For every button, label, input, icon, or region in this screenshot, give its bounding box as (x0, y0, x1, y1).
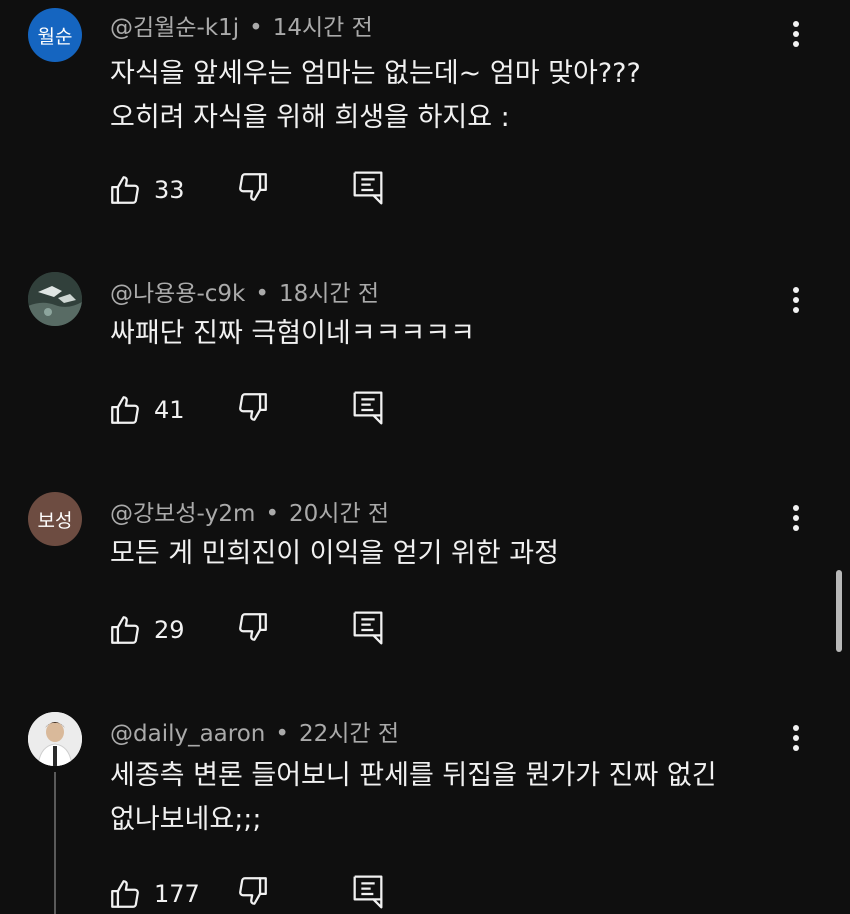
comment-actions: 33 (108, 170, 383, 210)
comment-time: 22시간 전 (298, 721, 400, 747)
avatar[interactable] (28, 712, 82, 766)
separator-dot: • (275, 721, 289, 747)
comment-text: 자식을 앞세우는 엄마는 없는데~ 엄마 맞아??? 오히려 자식을 위해 희생… (110, 52, 790, 140)
comment-meta: @강보성-y2m • 20시간 전 (110, 494, 389, 528)
reply-comment-icon (353, 391, 383, 425)
like-button[interactable]: 29 (108, 613, 185, 647)
thumbs-down-icon (239, 613, 267, 641)
comment-time: 14시간 전 (272, 15, 373, 41)
avatar-text: 보성 (37, 509, 73, 532)
more-vert-icon (793, 505, 799, 531)
reply-button[interactable] (352, 610, 384, 650)
comment-author[interactable]: @나용용-c9k (110, 281, 245, 307)
comment-line: 세종측 변론 들어보니 판세를 뒤집을 뭔가가 진짜 없긴 (110, 760, 717, 791)
comment-text: 세종측 변론 들어보니 판세를 뒤집을 뭔가가 진짜 없긴 없나보네요;;; (110, 754, 790, 842)
like-count: 177 (154, 880, 200, 908)
thumbs-up-icon (111, 616, 139, 644)
thumbs-up-icon (111, 176, 139, 204)
reply-thread-line (54, 772, 56, 914)
thumbs-down-icon (239, 173, 267, 201)
more-vert-icon (793, 287, 799, 313)
like-count: 29 (154, 616, 185, 644)
like-button[interactable]: 177 (108, 877, 200, 911)
dislike-button[interactable] (236, 390, 270, 428)
comment-author[interactable]: @김월순-k1j (110, 15, 239, 41)
comment-line: 오히려 자식을 위해 희생을 하지요 : (110, 102, 510, 133)
separator-dot: • (265, 501, 280, 527)
dislike-button[interactable] (236, 610, 270, 648)
comment-text: 싸패단 진짜 극혐이네ㅋㅋㅋㅋㅋ (110, 312, 790, 356)
dislike-button[interactable] (236, 874, 270, 912)
comment-line: 없나보네요;;; (110, 804, 262, 835)
like-count: 41 (154, 396, 185, 424)
comment-meta: @나용용-c9k • 18시간 전 (110, 274, 379, 308)
avatar[interactable] (28, 272, 82, 326)
thumbs-down-icon (239, 393, 267, 421)
avatar-text: 월순 (37, 25, 73, 48)
comment-time: 20시간 전 (289, 501, 390, 527)
more-options-button[interactable] (784, 14, 808, 54)
comment-meta: @김월순-k1j • 14시간 전 (110, 8, 373, 42)
avatar-photo-icon (28, 272, 82, 326)
comment-author[interactable]: @daily_aaron (110, 721, 265, 747)
more-vert-icon (793, 725, 799, 751)
like-button[interactable]: 33 (108, 173, 185, 207)
comment-text: 모든 게 민희진이 이익을 얻기 위한 과정 (110, 532, 790, 576)
like-count: 33 (154, 176, 185, 204)
more-options-button[interactable] (784, 718, 808, 758)
reply-button[interactable] (352, 874, 384, 914)
thumbs-down-icon (239, 877, 267, 905)
comment-actions: 177 (108, 874, 383, 914)
thumbs-up-icon (111, 396, 139, 424)
comment-actions: 41 (108, 390, 383, 430)
comment-author[interactable]: @강보성-y2m (110, 501, 255, 527)
separator-dot: • (255, 281, 269, 307)
reply-comment-icon (353, 611, 383, 645)
comment-line: 모든 게 민희진이 이익을 얻기 위한 과정 (110, 538, 559, 569)
dislike-button[interactable] (236, 170, 270, 208)
reply-comment-icon (353, 875, 383, 909)
comment-meta: @daily_aaron • 22시간 전 (110, 714, 399, 748)
scrollbar-thumb[interactable] (836, 570, 842, 652)
comment-time: 18시간 전 (278, 281, 380, 307)
thumbs-up-icon (111, 880, 139, 908)
reply-comment-icon (353, 171, 383, 205)
like-button[interactable]: 41 (108, 393, 185, 427)
avatar-photo-icon (28, 712, 82, 766)
avatar[interactable]: 보성 (28, 492, 82, 546)
avatar[interactable]: 월순 (28, 8, 82, 62)
separator-dot: • (249, 15, 263, 41)
reply-button[interactable] (352, 390, 384, 430)
more-vert-icon (793, 21, 799, 47)
reply-button[interactable] (352, 170, 384, 210)
comment-line: 싸패단 진짜 극혐이네ㅋㅋㅋㅋㅋ (110, 318, 475, 349)
comment-line: 자식을 앞세우는 엄마는 없는데~ 엄마 맞아??? (110, 58, 641, 89)
comment-actions: 29 (108, 610, 383, 650)
